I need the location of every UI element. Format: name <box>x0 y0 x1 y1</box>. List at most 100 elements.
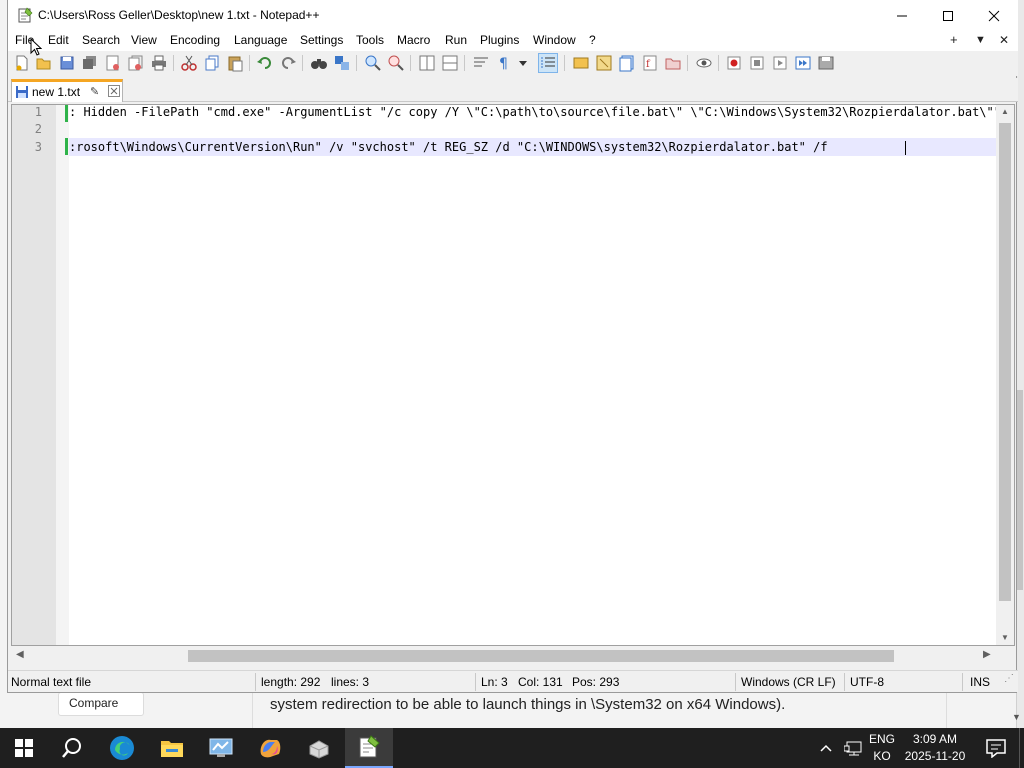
taskbar-search-button[interactable] <box>48 728 96 768</box>
menu-search[interactable]: Search <box>82 33 120 47</box>
zoom-out-button[interactable] <box>387 54 405 72</box>
copy-icon <box>205 55 219 71</box>
background-scrollbar[interactable] <box>1016 0 1024 728</box>
sync-horizontal-icon <box>442 55 458 71</box>
menu-settings[interactable]: Settings <box>300 33 343 47</box>
pin-icon[interactable]: ✎ <box>90 85 99 98</box>
menu-macro[interactable]: Macro <box>397 33 430 47</box>
input-language-bottom[interactable]: KO <box>866 749 898 763</box>
scroll-right-arrow[interactable]: ▶ <box>983 649 991 660</box>
line-number: 3 <box>34 140 42 154</box>
close-file-button[interactable] <box>104 54 122 72</box>
document-list-icon <box>619 55 634 72</box>
scroll-down-arrow[interactable]: ▼ <box>1001 633 1009 642</box>
show-symbol-dropdown[interactable] <box>516 54 534 72</box>
notifications-button[interactable] <box>976 728 1016 768</box>
status-eol-format[interactable]: Windows (CR LF) <box>741 675 836 689</box>
scroll-left-arrow[interactable]: ◀ <box>16 649 24 660</box>
menu-edit[interactable]: Edit <box>48 33 69 47</box>
play-icon <box>773 56 787 70</box>
tab-list-dropdown-button[interactable]: ▼ <box>975 34 986 46</box>
close-button[interactable] <box>971 0 1017 31</box>
horizontal-scrollbar-thumb[interactable] <box>188 650 894 662</box>
taskbar-notepadpp[interactable] <box>345 728 393 768</box>
macro-save-button[interactable] <box>817 54 835 72</box>
vertical-scrollbar-thumb[interactable] <box>999 123 1011 601</box>
minimize-button[interactable] <box>879 0 925 31</box>
show-all-characters-button[interactable]: ¶ <box>495 54 513 72</box>
undo-button[interactable] <box>256 54 274 72</box>
status-length: length: 292 <box>261 675 321 689</box>
tab-new-1[interactable]: new 1.txt ✎ <box>11 79 123 102</box>
monitoring-button[interactable] <box>695 54 713 72</box>
sync-horizontal-button[interactable] <box>441 54 459 72</box>
copy-button[interactable] <box>203 54 221 72</box>
save-all-button[interactable] <box>81 54 99 72</box>
chevron-down-icon <box>519 61 527 66</box>
taskbar: ENG KO 3:09 AM 2025-11-20 <box>0 728 1024 768</box>
close-document-button[interactable]: ✕ <box>999 33 1009 47</box>
resize-grip-icon[interactable]: ⋰ <box>1004 673 1014 684</box>
find-button[interactable] <box>310 54 328 72</box>
zoom-in-button[interactable] <box>364 54 382 72</box>
print-button[interactable] <box>150 54 168 72</box>
function-list-button[interactable]: f <box>641 54 659 72</box>
taskbar-file-explorer[interactable] <box>148 728 196 768</box>
add-new-tab-button[interactable]: + <box>950 32 958 47</box>
status-separator <box>255 673 256 691</box>
sync-vertical-button[interactable] <box>418 54 436 72</box>
title-bar[interactable]: C:\Users\Ross Geller\Desktop\new 1.txt -… <box>8 0 1018 31</box>
clock-date[interactable]: 2025-11-20 <box>902 749 968 763</box>
close-icon <box>988 10 1000 21</box>
fold-margin[interactable] <box>56 105 69 645</box>
close-tab-icon[interactable] <box>108 85 120 97</box>
close-all-button[interactable] <box>127 54 145 72</box>
paste-button[interactable] <box>226 54 244 72</box>
taskbar-edge[interactable] <box>98 728 146 768</box>
document-list-button[interactable] <box>618 54 636 72</box>
tab-bar: new 1.txt ✎ <box>8 78 1018 102</box>
clock-time[interactable]: 3:09 AM <box>902 732 968 746</box>
save-button[interactable] <box>58 54 76 72</box>
folder-as-workspace-button[interactable] <box>664 54 682 72</box>
menu-plugins[interactable]: Plugins <box>480 33 519 47</box>
taskbar-control-panel[interactable] <box>197 728 245 768</box>
macro-record-button[interactable] <box>725 54 743 72</box>
menu-language[interactable]: Language <box>234 33 287 47</box>
menu-view[interactable]: View <box>131 33 157 47</box>
background-scrollbar-thumb[interactable] <box>1017 390 1023 590</box>
menu-run[interactable]: Run <box>445 33 467 47</box>
cut-button[interactable] <box>180 54 198 72</box>
maximize-button[interactable] <box>925 0 971 31</box>
word-wrap-button[interactable] <box>472 54 490 72</box>
start-button[interactable] <box>0 728 48 768</box>
new-file-button[interactable] <box>13 54 31 72</box>
status-insert-mode[interactable]: INS <box>970 675 990 689</box>
define-language-button[interactable] <box>572 54 590 72</box>
vertical-scrollbar[interactable]: ▲ ▼ <box>996 105 1014 645</box>
horizontal-scrollbar[interactable]: ◀ ▶ <box>11 646 995 666</box>
macro-play-button[interactable] <box>771 54 789 72</box>
taskbar-copilot[interactable] <box>246 728 294 768</box>
compare-button[interactable]: Compare▼ <box>58 692 967 743</box>
taskbar-installer[interactable] <box>295 728 343 768</box>
text-editor[interactable]: 1 2 3 : Hidden -FilePath "cmd.exe" -Argu… <box>11 104 1015 646</box>
document-map-button[interactable] <box>595 54 613 72</box>
background-scroll-down-arrow[interactable]: ▼ <box>1012 712 1021 722</box>
show-desktop-button[interactable] <box>1019 728 1024 768</box>
show-hidden-icons-button[interactable] <box>812 728 840 768</box>
menu-help[interactable]: ? <box>589 33 596 47</box>
status-encoding[interactable]: UTF-8 <box>850 675 884 689</box>
indent-guide-button[interactable] <box>538 53 558 73</box>
input-language-top[interactable]: ENG <box>866 732 898 746</box>
redo-button[interactable] <box>279 54 297 72</box>
menu-encoding[interactable]: Encoding <box>170 33 220 47</box>
scroll-up-arrow[interactable]: ▲ <box>1001 107 1009 116</box>
menu-tools[interactable]: Tools <box>356 33 384 47</box>
toolbar-separator <box>718 55 719 71</box>
network-button[interactable] <box>840 728 868 768</box>
menu-window[interactable]: Window <box>533 33 576 47</box>
replace-button[interactable] <box>333 54 351 72</box>
macro-stop-button[interactable] <box>748 54 766 72</box>
macro-run-multiple-button[interactable] <box>794 54 812 72</box>
